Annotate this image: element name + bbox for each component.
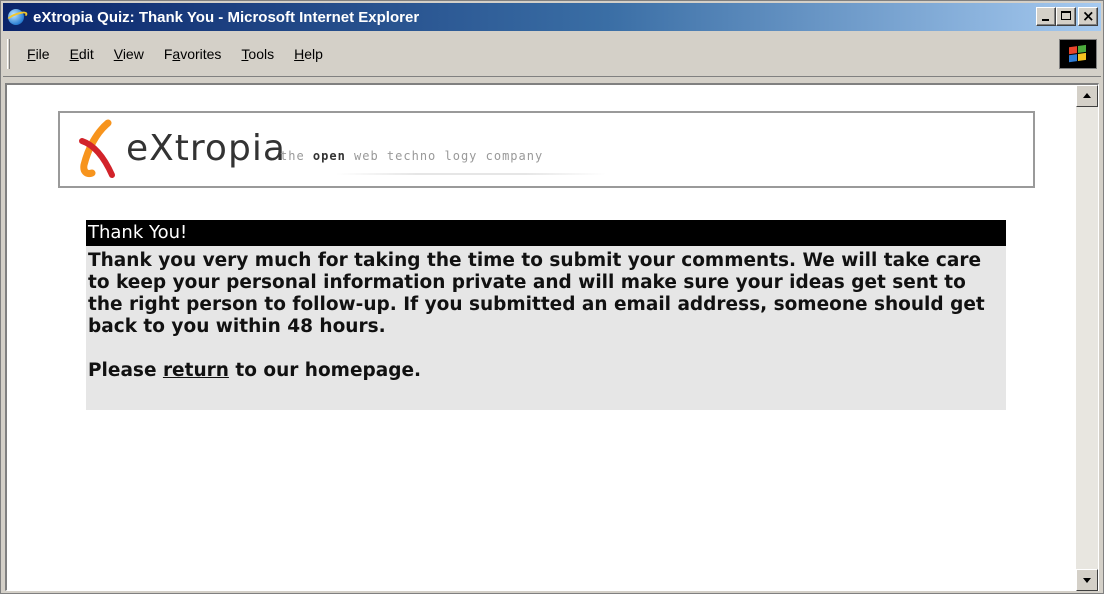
- window-controls: ×: [1036, 7, 1098, 26]
- menu-edit[interactable]: Edit: [70, 46, 94, 62]
- minimize-icon: [1042, 19, 1049, 21]
- toolbar-grip[interactable]: [7, 39, 10, 69]
- windows-flag-icon: [1069, 44, 1087, 64]
- web-page: eXtropia the open web techno logy compan…: [7, 85, 1075, 591]
- internet-explorer-icon: [5, 7, 29, 27]
- menu-help[interactable]: Help: [294, 46, 323, 62]
- header-banner: eXtropia the open web techno logy compan…: [58, 111, 1035, 188]
- close-icon: ×: [1082, 7, 1095, 25]
- arrow-down-icon: [1083, 578, 1091, 583]
- extropia-logo-icon: [79, 119, 115, 178]
- title-bar[interactable]: eXtropia Quiz: Thank You - Microsoft Int…: [3, 3, 1101, 31]
- windows-logo-throbber: [1059, 39, 1097, 69]
- menu-file[interactable]: File: [27, 46, 50, 62]
- message-text: Thank you very much for taking the time …: [88, 250, 985, 337]
- thank-you-heading: Thank You!: [86, 220, 1006, 246]
- return-link[interactable]: return: [163, 360, 229, 381]
- ie-window: eXtropia Quiz: Thank You - Microsoft Int…: [0, 0, 1104, 594]
- scroll-up-button[interactable]: [1076, 85, 1098, 107]
- menu-favorites[interactable]: Favorites: [164, 46, 222, 62]
- maximize-icon: [1061, 11, 1071, 20]
- tagline-underline: [336, 173, 606, 175]
- menu-tools[interactable]: Tools: [241, 46, 274, 62]
- close-button[interactable]: ×: [1078, 7, 1098, 26]
- extropia-wordmark: eXtropia: [126, 128, 286, 169]
- menu-items: File Edit View Favorites Tools Help: [27, 46, 343, 62]
- window-title: eXtropia Quiz: Thank You - Microsoft Int…: [33, 8, 420, 26]
- menu-bar: File Edit View Favorites Tools Help: [3, 33, 1101, 77]
- maximize-button[interactable]: [1056, 7, 1076, 26]
- tagline: the open web techno logy company: [280, 149, 544, 163]
- browser-content-area: eXtropia the open web techno logy compan…: [5, 83, 1099, 591]
- vertical-scrollbar[interactable]: [1076, 85, 1098, 591]
- return-sentence: Please return to our homepage.: [88, 360, 422, 381]
- minimize-button[interactable]: [1036, 7, 1056, 26]
- thank-you-message: Thank you very much for taking the time …: [86, 246, 1006, 410]
- menu-view[interactable]: View: [114, 46, 144, 62]
- scroll-down-button[interactable]: [1076, 569, 1098, 591]
- arrow-up-icon: [1083, 93, 1091, 98]
